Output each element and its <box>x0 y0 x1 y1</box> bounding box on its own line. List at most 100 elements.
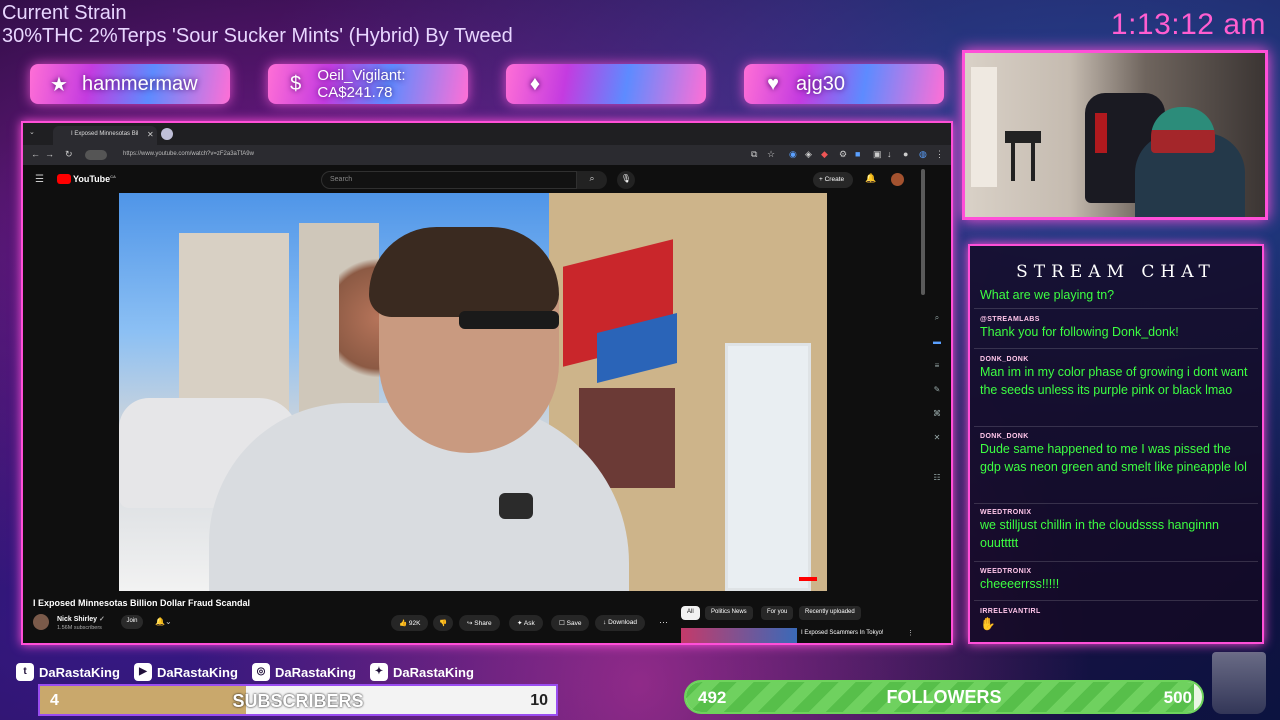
stream-chat: STREAM CHAT What are we playing tn? @STR… <box>968 244 1264 644</box>
alert-follow: ★ hammermaw <box>30 64 230 104</box>
bookmark-icon[interactable]: ☆ <box>767 149 775 160</box>
chat-message-text: What are we playing tn? <box>980 288 1115 302</box>
scrollbar[interactable] <box>921 169 925 295</box>
chat-message: WEEDTRONIX we stilljust chillin in the c… <box>974 509 1258 562</box>
channel-avatar[interactable] <box>33 614 49 630</box>
download-button[interactable]: ↓ Download <box>595 615 645 631</box>
youtube-icon: ▶ <box>134 663 152 681</box>
mic-icon[interactable]: 🎙 <box>617 171 635 189</box>
channel-name[interactable]: Nick Shirley ✓ <box>57 615 105 623</box>
address-bar: ← → ↻ https://www.youtube.com/watch?v=zF… <box>23 145 951 165</box>
extension-icon[interactable]: ◆ <box>821 149 828 160</box>
chat-message-text: Thank you for following Donk_donk! <box>980 325 1179 339</box>
search-input[interactable]: Search <box>321 171 577 189</box>
close-tab-icon[interactable]: ✕ <box>147 130 154 139</box>
side-tools-icon[interactable]: ✕ <box>931 433 943 442</box>
extension-icon[interactable]: ◍ <box>919 149 927 160</box>
side-game-icon[interactable]: ⌘ <box>931 409 943 418</box>
webcam-beanie <box>1151 107 1215 153</box>
chat-message: @STREAMLABS Thank you for following Donk… <box>974 316 1258 349</box>
subscribe-bell-icon[interactable]: 🔔⌄ <box>155 617 172 626</box>
tab-bar: ⌄ I Exposed Minnesotas Bil ✕ <box>23 123 951 145</box>
alert-donation: $ Oeil_Vigilant: CA$241.78 <box>268 64 468 104</box>
create-button[interactable]: + Create <box>813 172 853 188</box>
extension-icon[interactable]: ■ <box>855 149 860 159</box>
alert-donation-text: Oeil_Vigilant: CA$241.78 <box>317 67 406 101</box>
url-field[interactable]: https://www.youtube.com/watch?v=zF2a3aTf… <box>123 151 254 157</box>
side-settings-icon[interactable]: ☷ <box>931 473 943 482</box>
share-page-icon[interactable]: ⧉ <box>751 149 757 160</box>
chat-message: DONK_DONK Dude same happened to me I was… <box>974 433 1258 504</box>
chat-message-text: cheeeerrss!!!!! <box>980 577 1060 591</box>
chat-title: STREAM CHAT <box>1016 262 1216 282</box>
alert-heart-text: ajg30 <box>796 72 845 95</box>
follower-goal-target: 500 <box>1163 688 1192 707</box>
forward-icon[interactable]: → <box>45 149 54 159</box>
chat-username: WEEDTRONIX <box>980 568 1032 575</box>
share-button[interactable]: ↪ Share <box>459 615 500 631</box>
gem-icon: ♦ <box>529 72 541 95</box>
browser-window: ⌄ I Exposed Minnesotas Bil ✕ ← → ↻ https… <box>21 121 953 645</box>
profile-icon[interactable]: ● <box>903 149 908 159</box>
video-player[interactable] <box>119 193 827 591</box>
chat-message: What are we playing tn? <box>974 286 1258 309</box>
recommended-title[interactable]: I Exposed Scammers In Tokyo! <box>801 630 884 636</box>
chip-politics-news[interactable]: Politics News <box>705 606 753 620</box>
youtube-play-icon <box>57 174 71 184</box>
chip-for-you[interactable]: For you <box>761 606 794 620</box>
heart-icon: ♥ <box>767 72 779 95</box>
recommended-menu-icon[interactable]: ⋮ <box>907 629 914 637</box>
hamburger-menu-icon[interactable]: ☰ <box>35 174 44 185</box>
recommended-thumbnail[interactable] <box>681 628 797 643</box>
tab-menu-icon[interactable]: ⌄ <box>29 128 35 136</box>
youtube-logo[interactable]: YouTubeCA <box>57 174 116 184</box>
extension-icon[interactable]: ⚙ <box>839 149 847 160</box>
extension-icon[interactable]: ▣ <box>873 149 882 160</box>
chat-message-text: we stilljust chillin in the cloudssss ha… <box>980 518 1220 550</box>
side-chat-icon[interactable]: ▬ <box>931 337 943 346</box>
chat-username: DONK_DONK <box>980 356 1029 363</box>
new-tab-button[interactable] <box>161 128 173 140</box>
account-avatar[interactable] <box>891 173 904 186</box>
chat-message: WEEDTRONIX cheeeerrss!!!!! <box>974 568 1258 601</box>
extension-icon[interactable]: ◉ <box>789 149 797 160</box>
twitch-icon: t <box>16 663 34 681</box>
twitter-icon: ✦ <box>370 663 388 681</box>
video-title: I Exposed Minnesotas Billion Dollar Frau… <box>33 598 251 608</box>
join-button[interactable]: Join <box>121 615 143 629</box>
social-twitch: t DaRastaKing <box>16 663 120 681</box>
side-edit-icon[interactable]: ✎ <box>931 385 943 394</box>
browser-menu-icon[interactable]: ⋮ <box>935 149 944 160</box>
strain-description: 30%THC 2%Terps 'Sour Sucker Mints' (Hybr… <box>2 25 513 47</box>
subscriber-goal-bar: 4 SUBSCRIBERS 10 <box>38 684 558 716</box>
dislike-button[interactable]: 👎 <box>433 615 454 631</box>
verified-icon: ✓ <box>99 616 105 623</box>
clock: 1:13:12 am <box>1110 8 1266 41</box>
ask-button[interactable]: ✦ Ask <box>509 615 543 631</box>
browser-tab[interactable]: I Exposed Minnesotas Bil <box>53 126 157 145</box>
subscriber-goal-target: 10 <box>530 692 548 709</box>
extension-icon[interactable]: ◈ <box>805 149 812 160</box>
notifications-icon[interactable]: 🔔 <box>865 173 876 184</box>
chat-message-text: Man im in my color phase of growing i do… <box>980 365 1248 397</box>
chip-recently-uploaded[interactable]: Recently uploaded <box>799 606 861 620</box>
save-button[interactable]: ☐ Save <box>551 615 590 631</box>
chat-username: WEEDTRONIX <box>980 509 1032 516</box>
glass-cup <box>1212 652 1266 714</box>
like-button[interactable]: 👍 92K <box>391 615 429 631</box>
youtube-header: ☰ YouTubeCA Search ⌕ 🎙 + Create 🔔 <box>23 167 951 193</box>
follower-goal-label: FOLLOWERS <box>886 687 1002 707</box>
more-actions-icon[interactable]: ⋯ <box>659 617 668 628</box>
side-search-icon[interactable]: ⌕ <box>931 313 943 323</box>
video-progress-indicator <box>799 577 817 581</box>
social-youtube: ▶ DaRastaKing <box>134 663 238 681</box>
back-icon[interactable]: ← <box>31 149 40 159</box>
reload-icon[interactable]: ↻ <box>65 149 73 160</box>
chip-all[interactable]: All <box>681 606 700 620</box>
download-icon[interactable]: ↓ <box>887 149 892 159</box>
social-instagram: ◎ DaRastaKing <box>252 663 356 681</box>
side-list-icon[interactable]: ≡ <box>931 361 943 370</box>
search-icon[interactable]: ⌕ <box>577 171 607 189</box>
site-info-icon[interactable] <box>85 150 107 160</box>
chat-message: DONK_DONK Man im in my color phase of gr… <box>974 356 1258 427</box>
